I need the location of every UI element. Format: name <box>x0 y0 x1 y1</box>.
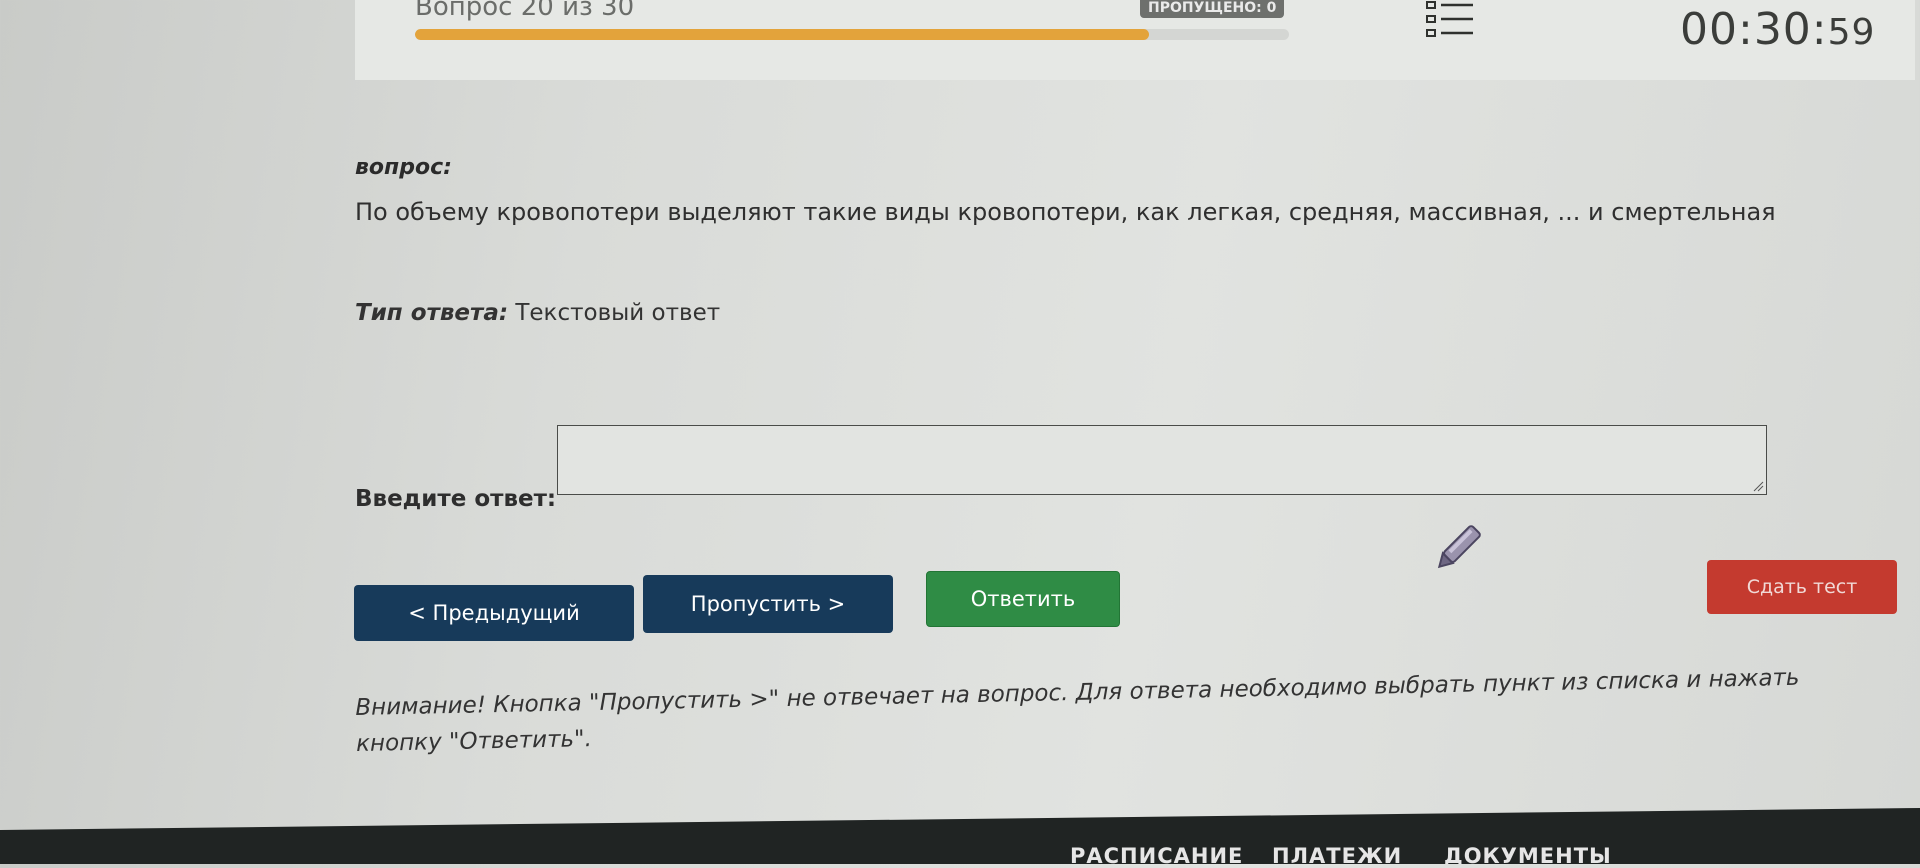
question-list-icon[interactable] <box>1425 0 1475 44</box>
skip-button[interactable]: Пропустить > <box>643 575 893 633</box>
progress-bar <box>415 29 1289 40</box>
answer-type-label: Тип ответа: <box>355 300 509 326</box>
resize-grip-icon[interactable] <box>1752 480 1764 492</box>
answer-input-label: Введите ответ: <box>355 486 557 512</box>
timer-seconds: 59 <box>1827 12 1876 53</box>
question-text: По объему кровопотери выделяют такие вид… <box>355 198 1776 226</box>
answer-type-row: Тип ответа: Текстовый ответ <box>355 300 720 326</box>
skip-warning-notice: Внимание! Кнопка "Пропустить >" не отвеч… <box>355 664 1800 757</box>
previous-button[interactable]: < Предыдущий <box>354 585 634 641</box>
progress-bar-fill <box>415 29 1150 40</box>
test-header: Вопрос 20 из 30 ПРОПУЩЕНО: 0 00:30:59 <box>355 0 1915 80</box>
answer-input[interactable] <box>558 426 1766 494</box>
footer-link-documents[interactable]: ДОКУМЕНТЫ <box>1444 844 1612 864</box>
pen-cursor-icon <box>1437 525 1481 569</box>
footer-nav: РАСПИСАНИЕ ПЛАТЕЖИ ДОКУМЕНТЫ <box>0 808 1920 864</box>
footer-link-payments[interactable]: ПЛАТЕЖИ <box>1272 844 1402 864</box>
answer-type-value: Текстовый ответ <box>508 300 721 326</box>
countdown-timer: 00:30:59 <box>1680 4 1875 55</box>
progress-caption: Вопрос 20 из 30 <box>415 0 635 22</box>
question-label: вопрос: <box>355 155 452 180</box>
answer-field-wrapper <box>557 425 1767 495</box>
timer-main: 00:30: <box>1680 4 1828 55</box>
submit-test-button[interactable]: Сдать тест <box>1707 560 1897 614</box>
answer-button[interactable]: Ответить <box>926 571 1120 627</box>
skipped-count-badge: ПРОПУЩЕНО: 0 <box>1140 0 1285 18</box>
footer-link-schedule[interactable]: РАСПИСАНИЕ <box>1070 844 1243 864</box>
